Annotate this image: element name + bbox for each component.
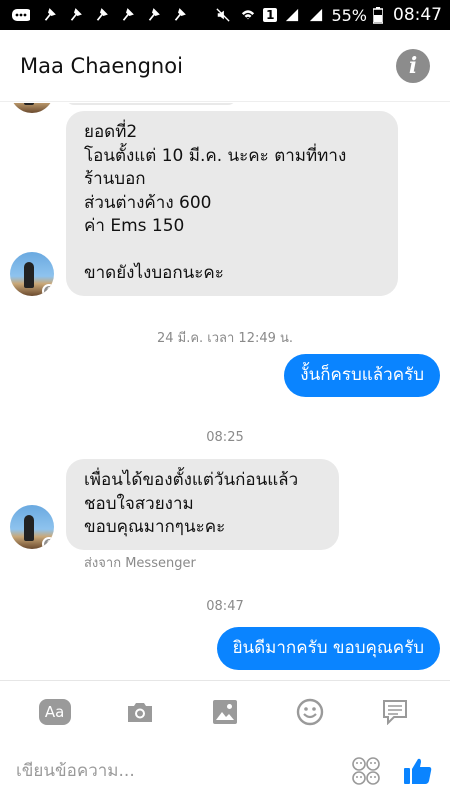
pin-notification-icon xyxy=(96,8,108,21)
message-line xyxy=(84,239,380,263)
avatar[interactable] xyxy=(10,103,54,113)
message-line: ร้านบอก xyxy=(84,169,146,189)
signal-icon xyxy=(310,8,323,22)
system-icons: 1 55% 08:47 xyxy=(213,5,442,25)
gallery-button[interactable] xyxy=(205,692,245,732)
message-composer xyxy=(0,742,450,800)
clock: 08:47 xyxy=(393,5,442,25)
timestamp: 08:25 xyxy=(206,430,244,445)
message-line: โอนตั้งแต่ 10 มี.ค. นะคะ ตามที่ทาง xyxy=(84,145,347,166)
facebook-badge-icon: f xyxy=(42,284,54,296)
mute-icon xyxy=(216,8,230,22)
emoji-icon xyxy=(296,698,324,725)
outgoing-message[interactable]: ยินดีมากครับ ขอบคุณครับ xyxy=(216,627,440,670)
battery-icon xyxy=(373,7,383,24)
camera-icon xyxy=(127,702,152,722)
pin-notification-icon xyxy=(70,8,82,21)
pin-notification-icon xyxy=(174,8,186,21)
facebook-badge-icon: f xyxy=(42,537,54,549)
image-icon xyxy=(212,699,237,724)
message-line: ยอดที่2 xyxy=(84,122,138,142)
message-line: ค่า Ems 150 xyxy=(84,216,185,236)
status-bar: 1 55% 08:47 xyxy=(0,0,450,30)
conversation-header: Maa Chaengnoi i xyxy=(0,30,450,102)
thumbs-up-icon[interactable] xyxy=(402,755,434,787)
wifi-icon xyxy=(241,10,255,20)
text-mode-button[interactable]: Aa xyxy=(35,692,75,732)
contact-avatar[interactable]: f xyxy=(10,505,54,549)
pin-notification-icon xyxy=(122,8,134,21)
camera-button[interactable] xyxy=(120,692,160,732)
contact-name[interactable]: Maa Chaengnoi xyxy=(20,54,396,78)
message-line: ขอบคุณมากๆนะคะ xyxy=(84,517,226,537)
incoming-message[interactable]: ยอดที่2 โอนตั้งแต่ 10 มี.ค. นะคะ ตามที่ท… xyxy=(66,111,398,296)
notification-icons xyxy=(8,7,213,23)
info-icon[interactable]: i xyxy=(396,48,430,83)
sent-from-label: ส่งจาก Messenger xyxy=(84,556,196,571)
incoming-message[interactable]: เพื่อนได้ของตั้งแต่วันก่อนแล้ว ชอบใจสวยง… xyxy=(66,459,339,550)
message-line: ส่วนต่างค้าง 600 xyxy=(84,192,212,213)
sticker-button[interactable] xyxy=(375,692,415,732)
message-input[interactable] xyxy=(16,761,350,781)
timestamp: 08:47 xyxy=(206,599,244,614)
messenger-notification-icon xyxy=(12,9,30,21)
message-bubble-cut-off xyxy=(66,103,236,105)
outgoing-message[interactable]: งั้นก็ครบแล้วครับ xyxy=(284,354,440,397)
pin-notification-icon xyxy=(148,8,160,21)
signal-icon xyxy=(286,8,299,22)
battery-percent: 55% xyxy=(331,5,367,25)
emoji-button[interactable] xyxy=(290,692,330,732)
message-line: เพื่อนได้ของตั้งแต่วันก่อนแล้ว xyxy=(84,470,299,490)
message-line: ขาดยังไงบอกนะคะ xyxy=(84,263,224,283)
sticker-picker-icon[interactable] xyxy=(350,755,382,787)
message-line: ชอบใจสวยงาม xyxy=(84,493,194,514)
message-thread[interactable]: ยอดที่2 โอนตั้งแต่ 10 มี.ค. นะคะ ตามที่ท… xyxy=(0,103,450,680)
contact-avatar[interactable]: f xyxy=(10,252,54,296)
text-icon: Aa xyxy=(38,698,71,725)
composer-toolbar: Aa xyxy=(0,680,450,742)
timestamp: 24 มี.ค. เวลา 12:49 น. xyxy=(156,331,294,346)
sticker-icon xyxy=(383,699,408,725)
pin-notification-icon xyxy=(44,8,56,21)
sim-badge: 1 xyxy=(263,8,278,22)
